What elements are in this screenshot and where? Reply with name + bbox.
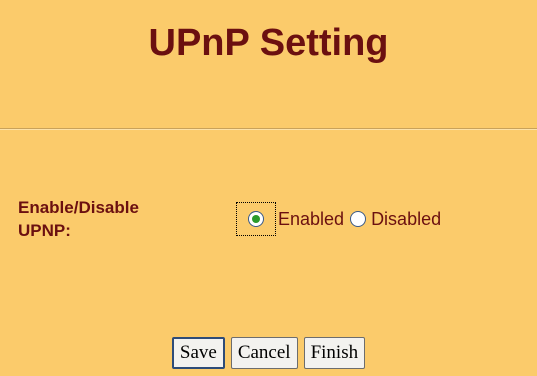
save-button[interactable]: Save (171, 337, 225, 369)
enabled-radio[interactable] (248, 211, 264, 227)
page-title: UPnP Setting (148, 22, 389, 64)
disabled-label[interactable]: Disabled (371, 209, 441, 230)
upnp-radio-group: Enabled Disabled (236, 202, 447, 236)
upnp-label: Enable/Disable UPNP: (18, 196, 139, 242)
enabled-label[interactable]: Enabled (278, 209, 344, 230)
finish-button[interactable]: Finish (303, 337, 366, 369)
upnp-label-line2: UPNP: (18, 221, 71, 240)
cancel-button[interactable]: Cancel (230, 337, 298, 369)
disabled-radio[interactable] (350, 211, 367, 227)
upnp-label-line1: Enable/Disable (18, 198, 139, 217)
enabled-radio-focus (236, 202, 276, 236)
button-bar: Save Cancel Finish (0, 337, 537, 369)
divider (0, 128, 537, 130)
radio-checked-dot (252, 215, 260, 223)
